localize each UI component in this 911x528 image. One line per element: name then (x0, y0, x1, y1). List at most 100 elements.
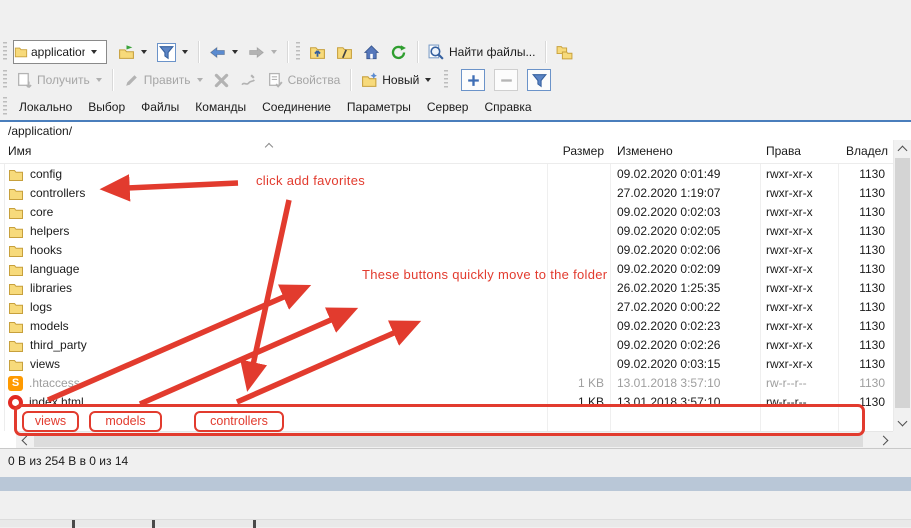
file-name-cell: S views (8, 355, 60, 374)
folder-icon (8, 243, 24, 259)
new-label: Новый (382, 73, 419, 87)
menu-item[interactable]: Локально (11, 97, 80, 117)
separator (198, 41, 199, 63)
selection-summary: 0 B из 254 B в 0 из 14 (8, 454, 128, 468)
delete-button[interactable] (208, 69, 235, 92)
table-row[interactable]: S hooks 09.02.2020 0:02:06 rwxr-xr-x 113… (0, 241, 893, 260)
favorite-button-views[interactable]: views (22, 411, 79, 432)
table-row[interactable]: S config 09.02.2020 0:01:49 rwxr-xr-x 11… (0, 165, 893, 184)
file-owner: 1130 (838, 336, 885, 355)
chevron-down-icon[interactable] (425, 78, 431, 82)
chevron-down-icon[interactable] (182, 50, 188, 54)
file-name: logs (30, 298, 52, 317)
refresh-button[interactable] (385, 41, 412, 64)
download-label: Получить (37, 73, 90, 87)
table-row[interactable]: S core 09.02.2020 0:02:03 rwxr-xr-x 1130 (0, 203, 893, 222)
table-row[interactable]: S views 09.02.2020 0:03:15 rwxr-xr-x 113… (0, 355, 893, 374)
menu-item[interactable]: Файлы (133, 97, 187, 117)
file-rights: rwxr-xr-x (766, 165, 813, 184)
separator (417, 41, 418, 63)
annotation-note-buttons: These buttons quickly move to the folder (362, 267, 607, 282)
file-name-cell: S language (8, 260, 79, 279)
file-owner: 1130 (838, 184, 885, 203)
chevron-down-icon[interactable] (232, 50, 238, 54)
file-name: models (30, 317, 69, 336)
scroll-right-button[interactable] (876, 432, 893, 448)
folder-icon (14, 45, 28, 59)
menu-item[interactable]: Соединение (254, 97, 339, 117)
back-button[interactable] (204, 41, 243, 64)
menu-item[interactable]: Команды (187, 97, 254, 117)
menu-item[interactable]: Сервер (419, 97, 477, 117)
folder-icon (8, 224, 24, 240)
download-button[interactable]: Получить (11, 69, 107, 92)
file-name: helpers (30, 222, 69, 241)
folder-root-icon (336, 44, 353, 61)
folder-icon (8, 357, 24, 373)
file-owner: 1130 (838, 279, 885, 298)
open-directory-button[interactable] (113, 41, 152, 64)
rename-button[interactable] (235, 69, 262, 92)
table-row[interactable]: S models 09.02.2020 0:02:23 rwxr-xr-x 11… (0, 317, 893, 336)
path-bar[interactable]: /application/ (0, 122, 911, 140)
remove-favorite-button[interactable] (494, 69, 518, 91)
sync-folders-icon (556, 44, 573, 61)
column-header-modified[interactable]: Изменено (617, 144, 673, 158)
parent-directory-button[interactable] (304, 41, 331, 64)
file-name: libraries (30, 279, 72, 298)
address-combobox[interactable]: application (13, 40, 107, 64)
file-modified: 09.02.2020 0:01:49 (617, 165, 720, 184)
scroll-up-button[interactable] (894, 140, 911, 157)
file-name: controllers (30, 184, 85, 203)
forward-button[interactable] (243, 41, 282, 64)
menu-item[interactable]: Выбор (80, 97, 133, 117)
vertical-scroll-thumb[interactable] (895, 158, 910, 408)
search-icon (428, 44, 445, 61)
favorite-button-controllers[interactable]: controllers (194, 411, 284, 432)
filter-view-button[interactable] (527, 69, 551, 91)
edit-label: Править (144, 73, 191, 87)
file-name-cell: S .htaccess (8, 374, 80, 393)
toolbar-grip[interactable] (3, 97, 7, 117)
scroll-down-button[interactable] (894, 414, 911, 431)
file-rights: rwxr-xr-x (766, 355, 813, 374)
table-row[interactable]: S third_party 09.02.2020 0:02:26 rwxr-xr… (0, 336, 893, 355)
edit-button[interactable]: Править (118, 69, 208, 92)
refresh-icon (390, 44, 407, 61)
address-dropdown-button[interactable] (85, 41, 100, 63)
synchronize-button[interactable] (551, 41, 578, 64)
file-name-cell: S logs (8, 298, 52, 317)
toolbar-grip[interactable] (444, 70, 448, 90)
column-header-owner[interactable]: Владел.. (846, 144, 888, 158)
column-header-name[interactable]: Имя (8, 144, 31, 158)
file-owner: 1130 (838, 165, 885, 184)
toolbar-grip[interactable] (3, 42, 7, 62)
add-favorite-button[interactable] (461, 69, 485, 91)
toolbar-grip[interactable] (3, 70, 7, 90)
file-name: language (30, 260, 79, 279)
properties-button[interactable]: Свойства (262, 69, 346, 92)
table-row[interactable]: S controllers 27.02.2020 1:19:07 rwxr-xr… (0, 184, 893, 203)
favorite-button-models[interactable]: models (89, 411, 162, 432)
table-row[interactable]: S logs 27.02.2020 0:00:22 rwxr-xr-x 1130 (0, 298, 893, 317)
home-directory-button[interactable] (358, 41, 385, 64)
toolbar-grip[interactable] (296, 42, 300, 62)
column-header-size[interactable]: Размер (480, 144, 604, 158)
find-files-button[interactable]: Найти файлы... (423, 41, 540, 64)
plus-icon (465, 72, 482, 89)
new-button[interactable]: Новый (356, 69, 436, 92)
menu-item[interactable]: Параметры (339, 97, 419, 117)
menu-item[interactable]: Справка (476, 97, 539, 117)
toolbar-commands: Получить Править Свойства Новый (0, 66, 911, 94)
table-row[interactable]: S .htaccess 1 KB 13.01.2018 3:57:10 rw-r… (0, 374, 893, 393)
root-directory-button[interactable] (331, 41, 358, 64)
folder-icon (8, 262, 24, 278)
chevron-down-icon[interactable] (141, 50, 147, 54)
file-rights: rw-r--r-- (766, 374, 807, 393)
vertical-scrollbar[interactable] (893, 140, 911, 431)
filter-button[interactable] (152, 40, 193, 65)
column-header-rights[interactable]: Права (766, 144, 801, 158)
folder-up-icon (309, 44, 326, 61)
table-row[interactable]: S helpers 09.02.2020 0:02:05 rwxr-xr-x 1… (0, 222, 893, 241)
download-icon (16, 72, 33, 89)
